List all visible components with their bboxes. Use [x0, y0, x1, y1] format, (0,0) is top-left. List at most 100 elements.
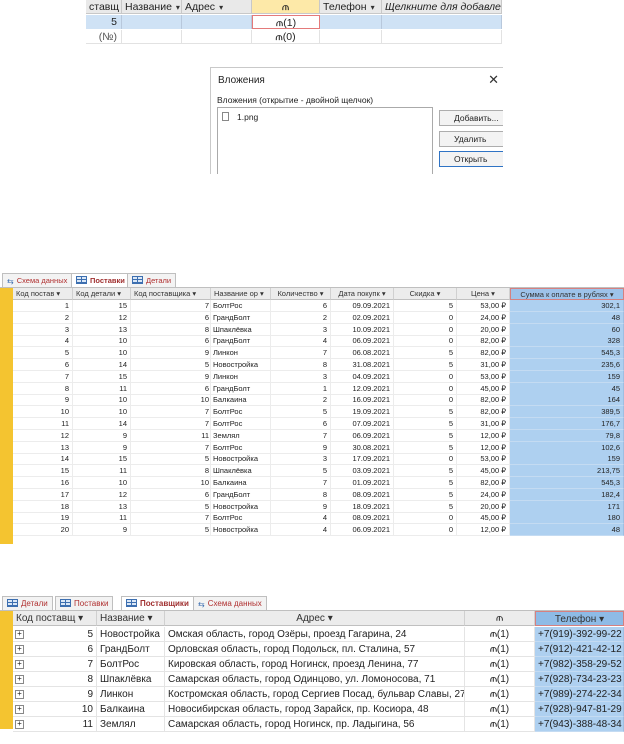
- table-row[interactable]: +5 Новостройка Омская область, город Озёры…: [0, 627, 624, 642]
- cell-quantity[interactable]: 4: [271, 335, 331, 348]
- cell-org-name[interactable]: Новостройка: [211, 500, 271, 513]
- cell-org-name[interactable]: БолтРос: [211, 441, 271, 454]
- cell-code[interactable]: +5: [13, 627, 97, 642]
- cell-attachment[interactable]: ⫙(1): [465, 717, 535, 732]
- cell-price[interactable]: 20,00 ₽: [457, 323, 510, 336]
- cell-discount[interactable]: 0: [394, 311, 457, 324]
- cell-supplier-code[interactable]: 7: [131, 300, 211, 312]
- cell-price[interactable]: 45,00 ₽: [457, 465, 510, 478]
- column-header-supplier-code[interactable]: ставщ▾: [86, 0, 122, 14]
- cell-part-code[interactable]: 11: [73, 465, 131, 478]
- cell-name[interactable]: [122, 15, 182, 29]
- cell-delivery-code[interactable]: 4: [13, 335, 73, 348]
- add-button[interactable]: Добавить...: [439, 110, 503, 126]
- cell-part-code[interactable]: 10: [73, 335, 131, 348]
- cell-supplier-code[interactable]: 11: [131, 429, 211, 442]
- cell-discount[interactable]: 5: [394, 300, 457, 312]
- cell-price[interactable]: 31,00 ₽: [457, 418, 510, 430]
- cell-delivery-code[interactable]: 12: [13, 429, 73, 442]
- expand-icon[interactable]: +: [15, 720, 24, 729]
- tab-postavki[interactable]: Поставки: [55, 596, 114, 611]
- cell-price[interactable]: 12,00 ₽: [457, 524, 510, 537]
- cell-address[interactable]: Орловская область, город Подольск, пл. С…: [165, 642, 465, 657]
- cell-delivery-code[interactable]: 18: [13, 500, 73, 513]
- cell-delivery-code[interactable]: 2: [13, 311, 73, 324]
- cell-org-name[interactable]: ГрандБолт: [211, 335, 271, 348]
- cell-address[interactable]: Кировская область, город Ногинск, проезд…: [165, 657, 465, 672]
- cell-purchase-date[interactable]: 10.09.2021: [331, 323, 394, 336]
- cell-delivery-code[interactable]: 6: [13, 359, 73, 371]
- cell-quantity[interactable]: 7: [271, 347, 331, 360]
- cell-org-name[interactable]: БолтРос: [211, 406, 271, 419]
- cell-purchase-date[interactable]: 06.08.2021: [331, 347, 394, 360]
- cell-org-name[interactable]: Землял: [211, 429, 271, 442]
- column-header-part-code[interactable]: Код детали ▾: [73, 288, 131, 300]
- cell-total[interactable]: 48: [510, 524, 624, 537]
- cell-price[interactable]: 12,00 ₽: [457, 429, 510, 442]
- cell-attachment[interactable]: ⫙(1): [465, 627, 535, 642]
- cell-purchase-date[interactable]: 17.09.2021: [331, 453, 394, 466]
- cell-total[interactable]: 389,5: [510, 406, 624, 419]
- cell-code[interactable]: +7: [13, 657, 97, 672]
- cell-total[interactable]: 182,4: [510, 488, 624, 501]
- cell-new[interactable]: [382, 30, 502, 44]
- open-button[interactable]: Открыть: [439, 151, 503, 167]
- cell-attachment[interactable]: ⫙(1): [465, 672, 535, 687]
- cell-attachment[interactable]: ⫙(1): [465, 702, 535, 717]
- cell-name[interactable]: БолтРос: [97, 657, 165, 672]
- cell-code[interactable]: +8: [13, 672, 97, 687]
- cell-purchase-date[interactable]: 31.08.2021: [331, 359, 394, 371]
- cell-purchase-date[interactable]: 12.09.2021: [331, 382, 394, 395]
- cell-attachment[interactable]: ⫙(1): [252, 15, 320, 29]
- cell-price[interactable]: 53,00 ₽: [457, 370, 510, 383]
- attachments-list[interactable]: 1.png: [217, 107, 433, 174]
- table-row[interactable]: 9 10 10 Балкаина 2 16.09.2021 0 82,00 ₽164: [0, 394, 624, 407]
- tab-detali[interactable]: Детали: [127, 273, 177, 288]
- cell-quantity[interactable]: 3: [271, 370, 331, 383]
- tab-schema[interactable]: ⇆ Схема данных: [193, 596, 267, 611]
- cell-discount[interactable]: 5: [394, 359, 457, 371]
- cell-org-name[interactable]: Линкон: [211, 347, 271, 360]
- cell-code[interactable]: 5: [86, 15, 122, 29]
- cell-quantity[interactable]: 5: [271, 465, 331, 478]
- cell-discount[interactable]: 0: [394, 323, 457, 336]
- cell-code[interactable]: (№): [86, 30, 122, 44]
- cell-org-name[interactable]: Новостройка: [211, 524, 271, 537]
- table-row[interactable]: 13 9 7 БолтРос 9 30.08.2021 5 12,00 ₽102,6: [0, 441, 624, 454]
- cell-phone[interactable]: [320, 30, 382, 44]
- cell-delivery-code[interactable]: 7: [13, 370, 73, 383]
- column-header-org-name[interactable]: Название ор ▾: [211, 288, 271, 300]
- cell-name[interactable]: Новостройка: [97, 627, 165, 642]
- table-row[interactable]: 3 13 8 Шпаклёвка 3 10.09.2021 0 20,00 ₽60: [0, 323, 624, 336]
- cell-name[interactable]: Линкон: [97, 687, 165, 702]
- cell-delivery-code[interactable]: 17: [13, 488, 73, 501]
- cell-delivery-code[interactable]: 11: [13, 418, 73, 430]
- table-row-new[interactable]: (№) ⫙(0): [86, 30, 502, 44]
- cell-org-name[interactable]: Новостройка: [211, 359, 271, 371]
- cell-supplier-code[interactable]: 9: [131, 370, 211, 383]
- column-header-address[interactable]: Адрес ▾: [182, 0, 252, 14]
- table-row[interactable]: 10 10 7 БолтРос 5 19.09.2021 5 82,00 ₽389,5: [0, 406, 624, 419]
- cell-org-name[interactable]: ГрандБолт: [211, 311, 271, 324]
- cell-phone[interactable]: +7(928)-734-23-23: [535, 672, 624, 687]
- close-icon[interactable]: ✕: [488, 72, 499, 88]
- cell-discount[interactable]: 0: [394, 335, 457, 348]
- cell-discount[interactable]: 0: [394, 394, 457, 407]
- cell-quantity[interactable]: 3: [271, 323, 331, 336]
- cell-part-code[interactable]: 13: [73, 500, 131, 513]
- cell-supplier-code[interactable]: 7: [131, 418, 211, 430]
- cell-discount[interactable]: 5: [394, 500, 457, 513]
- cell-price[interactable]: 20,00 ₽: [457, 500, 510, 513]
- cell-part-code[interactable]: 10: [73, 347, 131, 360]
- table-row[interactable]: 8 11 6 ГрандБолт 1 12.09.2021 0 45,00 ₽45: [0, 382, 624, 395]
- cell-total[interactable]: 171: [510, 500, 624, 513]
- column-header-attachment[interactable]: ⫙: [252, 0, 320, 14]
- table-row[interactable]: +9 Линкон Костромская область, город Серги…: [0, 687, 624, 702]
- cell-org-name[interactable]: Линкон: [211, 370, 271, 383]
- table-row[interactable]: +11 Землял Самарская область, город Ногинс…: [0, 717, 624, 732]
- cell-purchase-date[interactable]: 08.09.2021: [331, 512, 394, 525]
- column-header-supplier-code[interactable]: Код поставщика ▾: [131, 288, 211, 300]
- cell-price[interactable]: 24,00 ₽: [457, 488, 510, 501]
- cell-supplier-code[interactable]: 8: [131, 465, 211, 478]
- table-row[interactable]: 2 12 6 ГрандБолт 2 02.09.2021 0 24,00 ₽48: [0, 311, 624, 324]
